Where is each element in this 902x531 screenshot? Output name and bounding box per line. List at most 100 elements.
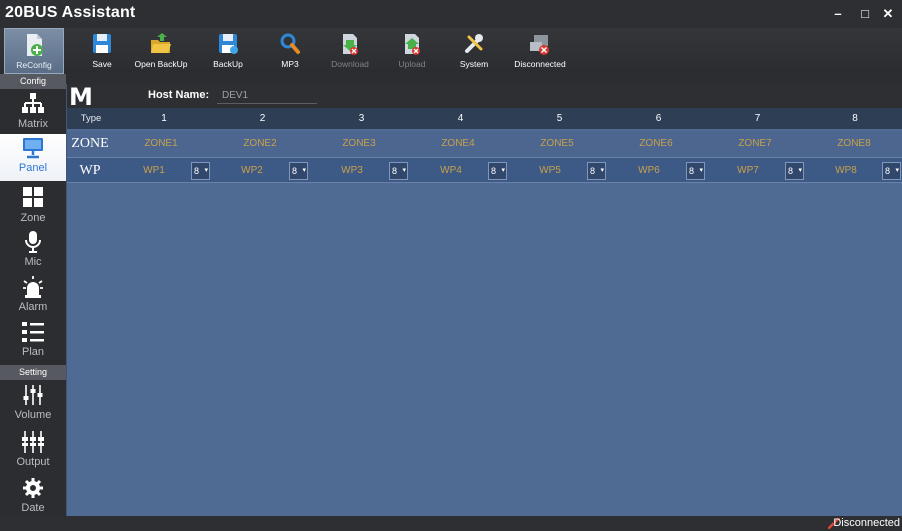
wp-name-field-4[interactable] [416,163,486,179]
upload-label: Upload [398,59,426,69]
wp-select-value: 8 [491,166,497,176]
dropdown-arrow-icon: ▾ [501,167,505,174]
plan-icon [22,322,44,342]
wp-select-6[interactable]: 8 ▾ [686,162,705,180]
wp-name-field-6[interactable] [614,163,684,179]
connection-status: Disconnected [833,517,900,529]
wp-select-7[interactable]: 8 ▾ [785,162,804,180]
sidebar-item-label: Mic [24,256,42,268]
sidebar-item-label: Plan [21,346,45,358]
dropdown-arrow-icon: ▾ [699,167,703,174]
reconfig-label: ReConfig [16,60,52,70]
sidebar-item-label: Panel [18,162,48,174]
wp-select-value: 8 [392,166,398,176]
open-folder-icon [151,33,171,53]
wp-select-8[interactable]: 8 ▾ [882,162,901,180]
dropdown-arrow-icon: ▾ [798,167,802,174]
system-button[interactable]: System [452,28,496,74]
sidebar-item-label: Zone [20,212,46,224]
save-button[interactable]: Save [82,28,122,74]
wp-select-4[interactable]: 8 ▾ [488,162,507,180]
wp-select-5[interactable]: 8 ▾ [587,162,606,180]
wp-select-value: 8 [194,166,200,176]
sidebar-item-panel[interactable]: Panel [0,134,66,181]
status-bar: Disconnected [0,516,902,531]
wp-name-field-2[interactable] [217,163,287,179]
backup-button[interactable]: BackUp [206,28,250,74]
open-backup-label: Open BackUp [134,59,188,69]
save-icon [93,34,111,53]
sidebar-item-label: Output [16,456,50,468]
sidebar-item-output[interactable]: Output [0,428,66,476]
download-icon [343,34,358,55]
upload-icon [405,34,420,55]
upload-button[interactable]: Upload [390,28,434,74]
dropdown-arrow-icon: ▾ [302,167,306,174]
host-header: M Host Name: [67,83,902,111]
setting-section-label: Setting [0,365,66,380]
output-icon [22,431,44,453]
column-header-7: 7 [754,113,761,124]
wp-select-value: 8 [292,166,298,176]
wp-name-field-8[interactable] [811,163,881,179]
sidebar-item-plan[interactable]: Plan [0,318,66,366]
maximize-button[interactable]: □ [856,5,874,23]
download-label: Download [331,59,369,69]
wp-name-field-7[interactable] [713,163,783,179]
host-name-label: Host Name: [148,89,210,101]
sidebar: Config Matrix Panel Zone Mic Alarm Plan … [0,74,66,516]
sidebar-item-mic[interactable]: Mic [0,228,66,276]
system-label: System [459,59,489,69]
toolbar: ReConfig Save Open BackUp BackUp MP3 Dow… [0,28,902,74]
volume-icon [23,385,43,405]
wp-select-2[interactable]: 8 ▾ [289,162,308,180]
wp-name-field-3[interactable] [317,163,387,179]
save-label: Save [92,59,112,69]
disconnected-button[interactable]: Disconnected [510,28,570,74]
row-label-zone: ZONE [71,136,109,151]
zone-name-field-3[interactable] [324,136,394,152]
mp3-button[interactable]: MP3 [270,28,310,74]
backup-icon [219,34,238,54]
sidebar-item-label: Date [21,502,45,514]
wp-name-field-1[interactable] [119,163,189,179]
sidebar-item-zone[interactable]: Zone [0,184,66,232]
zone-name-field-8[interactable] [819,136,889,152]
sidebar-item-date[interactable]: Date [0,474,66,516]
zone-name-field-7[interactable] [720,136,790,152]
config-section-label: Config [0,74,66,89]
wp-select-value: 8 [885,166,891,176]
wp-select-value: 8 [689,166,695,176]
wp-select-value: 8 [788,166,794,176]
search-icon [280,33,300,54]
wp-select-1[interactable]: 8 ▾ [191,162,210,180]
open-backup-button[interactable]: Open BackUp [132,28,190,74]
wp-name-field-5[interactable] [515,163,585,179]
title-bar: 20BUS Assistant – □ ✕ [0,0,902,28]
panel-config-area: M Host Name: Type 1 2 3 4 5 6 7 8 ZONE W… [66,84,902,516]
disconnected-label: Disconnected [514,59,566,69]
column-header-5: 5 [556,113,563,124]
zone-name-field-2[interactable] [225,136,295,152]
matrix-icon [22,93,44,113]
panel-logo: M [69,83,93,111]
zone-name-field-4[interactable] [423,136,493,152]
close-button[interactable]: ✕ [879,5,897,23]
app-title: 20BUS Assistant [5,4,136,21]
minimize-button[interactable]: – [829,5,847,23]
sidebar-item-label: Alarm [18,301,48,313]
mic-icon [25,231,41,253]
table-row-zone: ZONE [67,131,902,157]
sidebar-item-matrix[interactable]: Matrix [0,90,66,138]
sidebar-item-alarm[interactable]: Alarm [0,273,66,321]
reconfig-button[interactable]: ReConfig [4,28,64,74]
zone-name-field-1[interactable] [126,136,196,152]
sidebar-item-volume[interactable]: Volume [0,381,66,429]
zone-name-field-6[interactable] [621,136,691,152]
wp-select-value: 8 [590,166,596,176]
sidebar-item-label: Volume [14,409,52,421]
wp-select-3[interactable]: 8 ▾ [389,162,408,180]
zone-name-field-5[interactable] [522,136,592,152]
host-name-input[interactable] [217,87,317,104]
download-button[interactable]: Download [326,28,374,74]
